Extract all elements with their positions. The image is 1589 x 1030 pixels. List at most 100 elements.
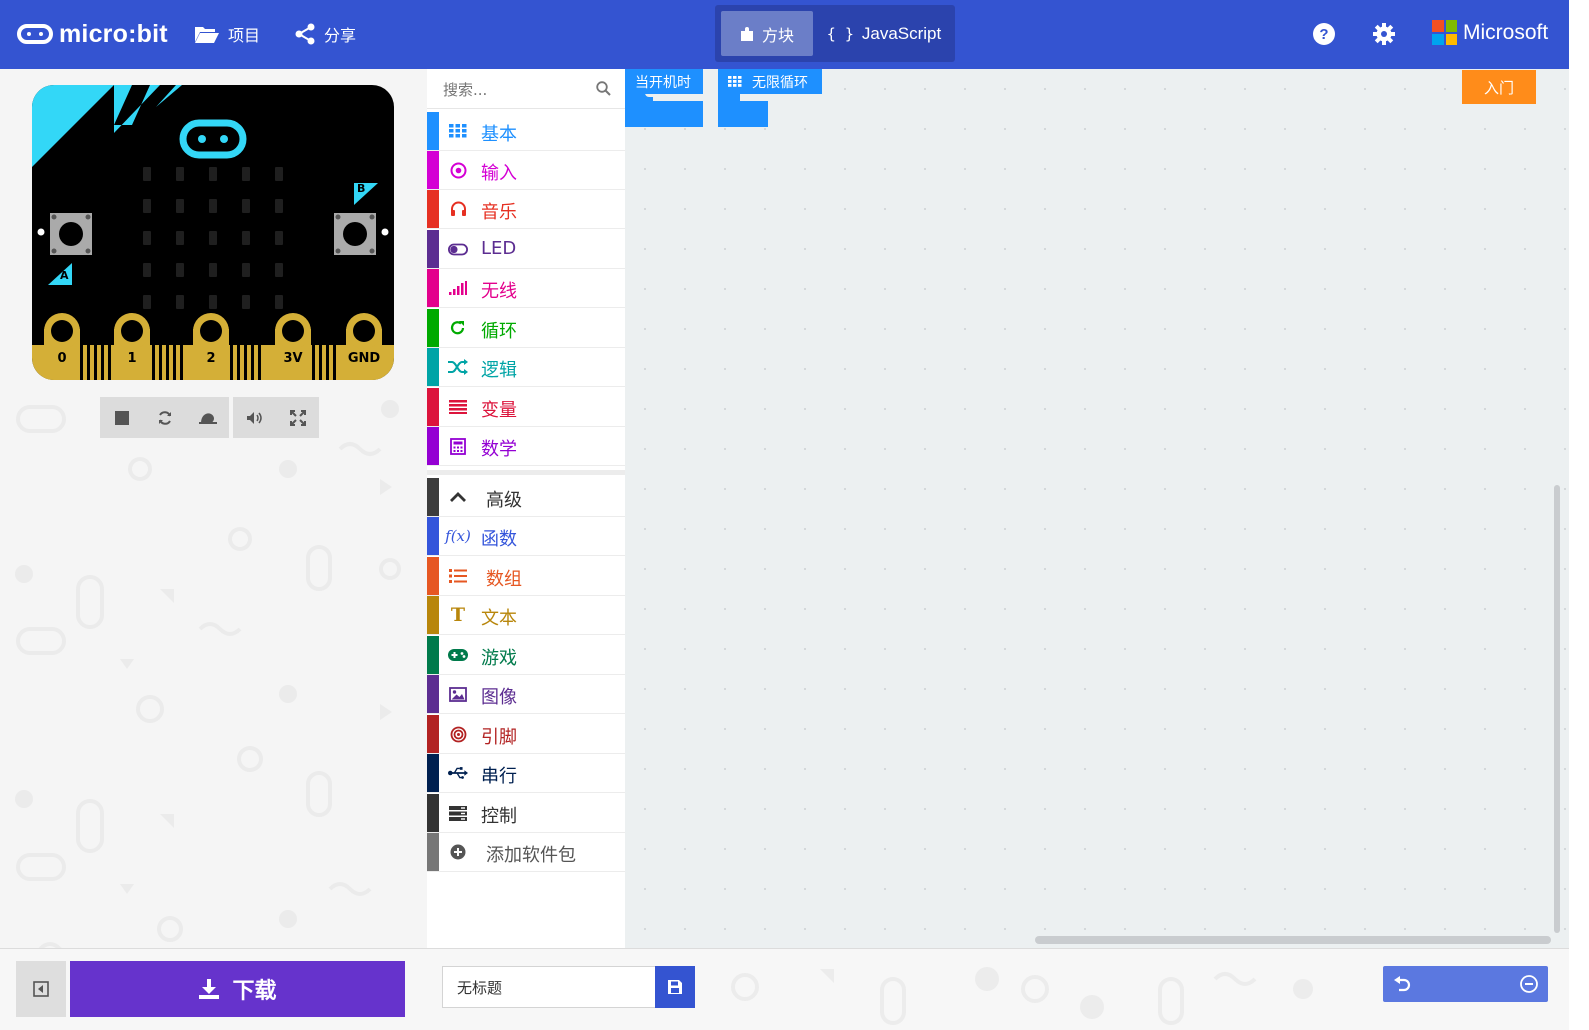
category-arrays[interactable]: 数组 (427, 557, 625, 596)
simulator-view-group (233, 397, 319, 438)
slow-mode-button[interactable] (186, 397, 229, 438)
category-color-bar (427, 636, 439, 674)
category-variables[interactable]: 变量 (427, 388, 625, 427)
grid-icon (728, 76, 742, 87)
category-label: 文本 (481, 608, 517, 629)
projects-button[interactable]: 项目 (194, 20, 260, 48)
restart-simulator-button[interactable] (143, 397, 186, 438)
search-icon[interactable] (596, 81, 611, 96)
calculator-icon (448, 436, 468, 456)
category-basic[interactable]: 基本 (427, 112, 625, 151)
headphones-icon (448, 199, 468, 219)
toggle-icon (448, 239, 468, 259)
button-b-label: B (357, 182, 366, 195)
undo-redo-group[interactable] (1383, 966, 1548, 1002)
microbit-simulator-board[interactable]: 0 1 2 3V GND A B (32, 85, 394, 380)
workspace-horizontal-scrollbar[interactable] (1035, 936, 1551, 944)
category-color-bar (427, 348, 439, 386)
microsoft-label: Microsoft (1463, 20, 1549, 44)
text-icon: T (450, 604, 466, 626)
fullscreen-button[interactable] (276, 397, 319, 438)
category-color-bar (427, 230, 439, 268)
folder-open-icon (195, 27, 219, 43)
category-color-bar (427, 557, 439, 595)
category-loops[interactable]: 循环 (427, 309, 625, 348)
category-color-bar (427, 754, 439, 792)
refresh-icon (448, 318, 468, 338)
search-input[interactable] (441, 77, 595, 103)
microsoft-logo[interactable]: Microsoft (1432, 20, 1548, 45)
pin-2-label: 2 (206, 351, 216, 366)
blocks-mode-button[interactable]: 方块 (721, 11, 813, 56)
category-label: 图像 (481, 687, 517, 708)
puzzle-piece-icon (740, 26, 753, 41)
category-label: 函数 (481, 529, 517, 550)
category-color-bar (427, 675, 439, 713)
category-text[interactable]: T 文本 (427, 596, 625, 635)
category-game[interactable]: 游戏 (427, 636, 625, 675)
category-pins[interactable]: 引脚 (427, 715, 625, 754)
expand-icon (289, 409, 306, 426)
pin-1-label: 1 (127, 351, 137, 366)
category-input[interactable]: 输入 (427, 151, 625, 190)
category-color-bar (427, 151, 439, 189)
category-label: 音乐 (481, 202, 517, 223)
category-logic[interactable]: 逻辑 (427, 348, 625, 387)
blocks-workspace[interactable]: 当开机时 无限循环 入门 (625, 69, 1569, 948)
category-math[interactable]: 数学 (427, 427, 625, 466)
on-start-header: 当开机时 (625, 69, 703, 94)
volume-icon (246, 411, 262, 424)
signal-icon (448, 278, 468, 298)
collapse-simulator-button[interactable] (16, 961, 66, 1017)
shuffle-icon (448, 357, 468, 377)
snail-icon (198, 412, 217, 424)
undo-icon (1394, 976, 1411, 992)
category-music[interactable]: 音乐 (427, 190, 625, 229)
grid-icon (448, 121, 468, 141)
category-led[interactable]: LED (427, 230, 625, 269)
chevron-up-icon (448, 487, 468, 507)
download-button[interactable]: 下载 (70, 961, 405, 1017)
category-label: 变量 (481, 400, 517, 421)
category-images[interactable]: 图像 (427, 675, 625, 714)
zoom-icon (1520, 975, 1538, 993)
plus-circle-icon (448, 842, 468, 862)
category-label: 高级 (486, 490, 522, 511)
javascript-mode-button[interactable]: { } JavaScript (819, 11, 949, 56)
pin-gnd-label: GND (347, 351, 381, 366)
forever-header: 无限循环 (718, 69, 822, 94)
category-radio[interactable]: 无线 (427, 269, 625, 308)
share-button[interactable]: 分享 (294, 20, 356, 48)
share-label: 分享 (324, 26, 357, 45)
list-icon (448, 397, 468, 417)
category-label: LED (481, 238, 517, 259)
workspace-vertical-scrollbar[interactable] (1554, 485, 1560, 933)
mute-button[interactable] (233, 397, 276, 438)
category-label: 无线 (481, 281, 517, 302)
microsoft-windows-icon (1432, 20, 1457, 45)
category-color-bar (427, 478, 439, 516)
project-name-input[interactable] (442, 966, 656, 1008)
get-started-label: 入门 (1483, 78, 1514, 97)
category-serial[interactable]: 串行 (427, 754, 625, 793)
add-package-button[interactable]: 添加软件包 (427, 833, 625, 872)
category-functions[interactable]: f(x) 函数 (427, 517, 625, 556)
projects-label: 项目 (228, 26, 261, 45)
svg-text:?: ? (1319, 26, 1328, 43)
save-project-button[interactable] (655, 966, 695, 1008)
category-control[interactable]: 控制 (427, 794, 625, 833)
gear-icon (1373, 23, 1395, 45)
gamepad-icon (448, 645, 468, 665)
settings-button[interactable] (1370, 20, 1398, 48)
image-icon (448, 684, 468, 704)
help-button[interactable]: ? (1310, 20, 1338, 48)
category-advanced-toggle[interactable]: 高级 (427, 478, 625, 517)
category-color-bar (427, 715, 439, 753)
stop-simulator-button[interactable] (100, 397, 143, 438)
category-label: 基本 (481, 124, 517, 145)
microbit-logo[interactable]: micro:bit (17, 17, 168, 51)
category-label: 循环 (481, 321, 517, 342)
save-icon (668, 980, 682, 994)
category-color-bar (427, 269, 439, 307)
get-started-button[interactable]: 入门 (1462, 70, 1536, 104)
